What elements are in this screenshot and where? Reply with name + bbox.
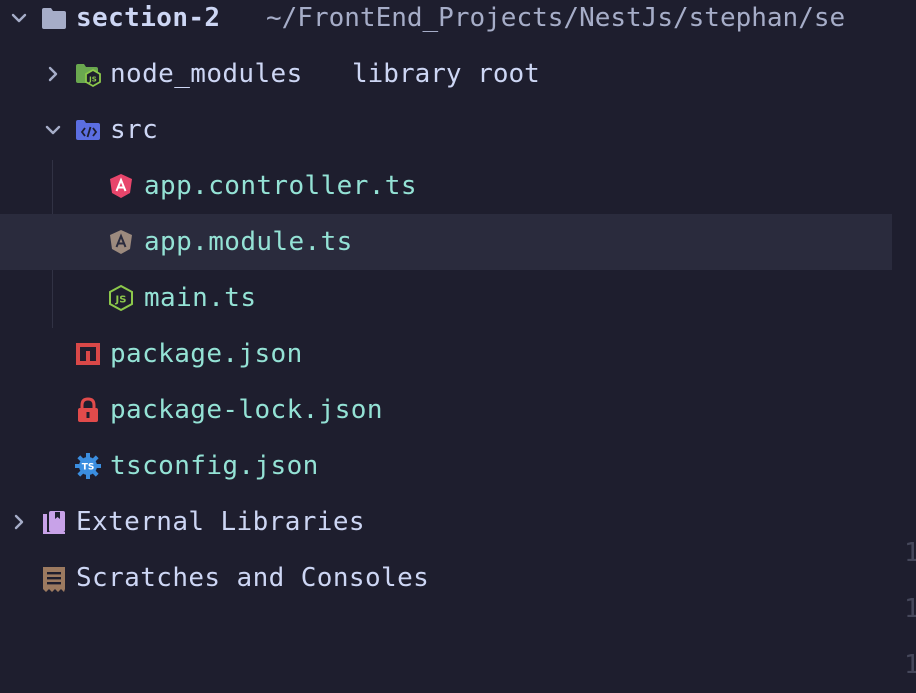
chevron-down-icon[interactable] [8, 7, 30, 29]
tree-row-tsconfig[interactable]: TS tsconfig.json [0, 438, 892, 494]
nodejs-icon: JS [109, 284, 133, 312]
tree-item-label: main.ts [144, 283, 257, 313]
tree-item-label: tsconfig.json [110, 451, 319, 481]
tree-row-external-libraries[interactable]: External Libraries [0, 494, 892, 550]
svg-text:JS: JS [115, 295, 127, 306]
tree-item-label: package.json [110, 339, 303, 369]
tree-item-label: node_modules [110, 59, 303, 89]
project-name: section-2 [76, 3, 221, 33]
tree-item-label: app.module.ts [144, 227, 353, 257]
angular-icon [110, 174, 132, 198]
tree-item-label: Scratches and Consoles [76, 563, 430, 593]
chevron-down-icon[interactable] [42, 119, 64, 141]
editor-line-number: 1 [904, 650, 916, 680]
svg-text:TS: TS [82, 463, 95, 473]
chevron-right-icon[interactable] [42, 63, 64, 85]
tree-row-src[interactable]: src [0, 102, 892, 158]
svg-text:JS: JS [88, 76, 97, 84]
library-root-hint: library root [352, 59, 540, 89]
folder-icon [42, 8, 66, 29]
editor-line-number: 1 [904, 538, 916, 568]
angular-icon [110, 230, 132, 254]
chevron-right-icon[interactable] [8, 511, 30, 533]
nodejs-folder-icon: JS [76, 64, 101, 88]
tree-row-app-controller[interactable]: app.controller.ts [0, 158, 892, 214]
tree-row-scratches[interactable]: Scratches and Consoles [0, 550, 892, 606]
scratch-icon [43, 567, 65, 592]
source-folder-icon [76, 120, 100, 140]
tree-row-main[interactable]: JS main.ts [0, 270, 892, 326]
library-icon [43, 511, 65, 534]
tree-item-label: External Libraries [76, 507, 365, 537]
tree-row-project-root[interactable]: section-2 ~/FrontEnd_Projects/NestJs/ste… [0, 0, 892, 46]
typescript-config-icon: TS [75, 453, 101, 479]
project-tree: section-2 ~/FrontEnd_Projects/NestJs/ste… [0, 0, 916, 690]
project-path: ~/FrontEnd_Projects/NestJs/stephan/se [266, 3, 846, 33]
lock-icon [78, 397, 98, 422]
editor-line-number: 1 [904, 594, 916, 624]
tree-row-package-lock[interactable]: package-lock.json [0, 382, 892, 438]
tree-row-package-json[interactable]: package.json [0, 326, 892, 382]
tree-item-label: package-lock.json [110, 395, 383, 425]
tree-row-node-modules[interactable]: JS node_modules library root [0, 46, 892, 102]
tree-item-label: src [110, 115, 159, 145]
tree-row-app-module[interactable]: app.module.ts [0, 214, 892, 270]
npm-icon [76, 343, 100, 365]
tree-item-label: app.controller.ts [144, 171, 417, 201]
